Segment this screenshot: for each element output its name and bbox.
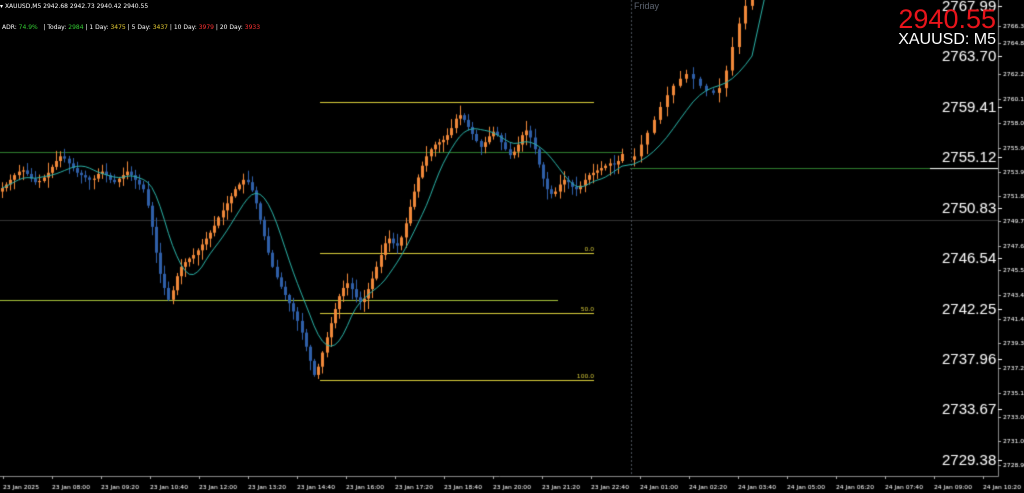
symbol-timeframe-label: XAUUSD: M5 [898, 31, 996, 48]
today-label: | Today: [43, 24, 67, 31]
day1-label: | 1 Day: [85, 24, 109, 31]
day20-value: 3933 [244, 24, 261, 31]
day10-value: 3979 [198, 24, 214, 31]
collapse-arrow-icon[interactable]: ▾ [0, 3, 3, 10]
symbol-info-bar: ▾ XAUUSD,M5 2942.68 2942.73 2940.42 2940… [0, 3, 148, 10]
adr-label: ADR: [2, 24, 17, 31]
day10-label: | 10 Day: [169, 24, 197, 31]
day5-label: | 5 Day: [127, 24, 151, 31]
today-value: 2984 [68, 24, 84, 31]
symbol-ohlc-label: XAUUSD,M5 2942.68 2942.73 2940.42 2940.5… [4, 3, 149, 10]
adr-info-bar: ADR: 74.9% | Today: 2984 | 1 Day: 3475 |… [2, 24, 260, 31]
day1-value: 3475 [110, 24, 126, 31]
period-separator-label: Friday [634, 1, 660, 11]
day5-value: 3437 [152, 24, 168, 31]
price-chart[interactable] [0, 0, 1024, 493]
adr-value: 74.9% [18, 24, 38, 31]
day20-label: | 20 Day: [215, 24, 243, 31]
